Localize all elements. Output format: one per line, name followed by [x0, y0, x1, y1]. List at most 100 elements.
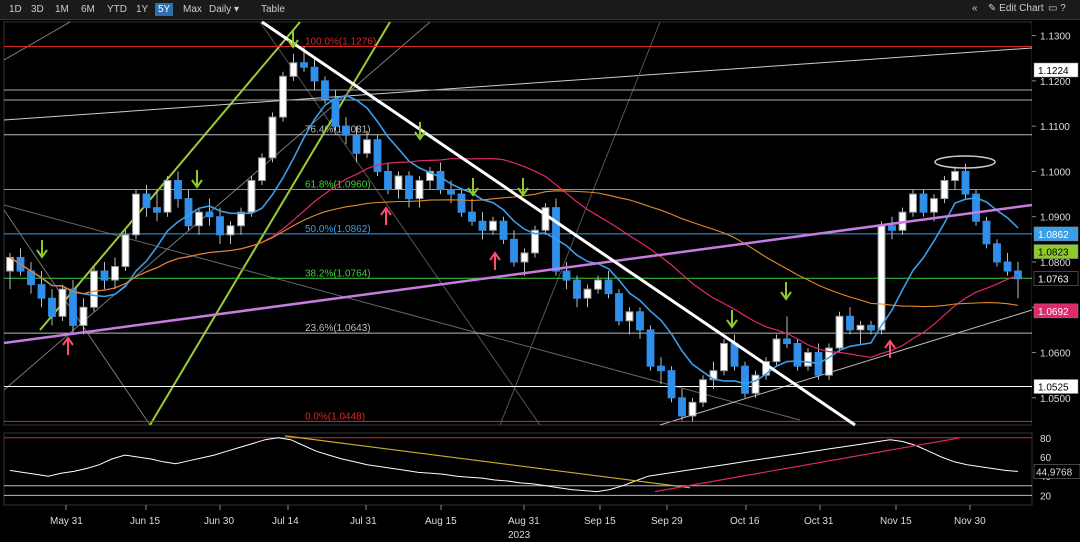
candle-41: [436, 170, 445, 191]
candle-88: [930, 198, 938, 213]
candle-3: [37, 284, 46, 299]
green-arrow-6: [726, 310, 738, 329]
candle-45: [478, 220, 487, 231]
candle-64: [678, 397, 686, 417]
candle-20: [216, 216, 224, 236]
candle-30: [321, 80, 329, 100]
candle-37: [394, 175, 403, 191]
rsi-panel: 8060402044.9768: [3, 432, 1080, 506]
candle-90: [951, 170, 959, 181]
time-tick-label-12: Nov 30: [954, 516, 986, 527]
candle-68: [720, 342, 728, 372]
candle-53: [562, 270, 571, 281]
candle-5: [58, 288, 67, 317]
candle-74: [783, 338, 791, 344]
price-badge-5: 1.0525: [1038, 383, 1069, 394]
candle-22: [237, 211, 245, 227]
fib-label-6: 0.0%(1.0448): [305, 411, 365, 422]
candle-43: [457, 193, 466, 213]
candle-35: [373, 139, 382, 172]
candle-15: [163, 179, 172, 213]
candle-75: [793, 342, 802, 367]
candle-83: [877, 225, 886, 331]
price-tick-label-8: 1.0500: [1040, 394, 1071, 405]
candle-89: [940, 179, 949, 200]
rsi-magenta-trend: [654, 437, 961, 493]
annotation-line-1: [3, 21, 71, 61]
green-arrow-1: [191, 170, 203, 189]
price-badge-1: 1.0862: [1038, 230, 1069, 241]
candle-61: [646, 329, 655, 367]
candle-36: [384, 170, 392, 191]
time-tick-label-4: Jul 31: [350, 516, 377, 527]
annotation-line-5: [3, 47, 1033, 121]
time-tick-label-3: Jul 14: [272, 516, 299, 527]
candle-26: [279, 75, 287, 118]
time-tick-label-10: Oct 31: [804, 516, 834, 527]
candle-10: [111, 266, 119, 281]
time-tick-label-6: Aug 31: [508, 516, 540, 527]
candle-39: [415, 179, 424, 200]
red-arrow-shape-2: [489, 251, 501, 270]
green-arrow-shape-5: [517, 178, 529, 197]
price-axis: 1.1300 1.1200 1.1100 1.1000 1.0900 1.0800 1.07…: [1032, 22, 1080, 425]
price-badge-0: 1.1224: [1038, 66, 1069, 77]
green-arrow-7: [780, 282, 792, 301]
time-axis: May 31 Jun 15 Jun 30 Jul 14 Jul 31 Aug 15 Aug …: [50, 505, 986, 541]
trend-overlays: [3, 20, 1033, 427]
candle-57: [604, 279, 613, 295]
candle-84: [888, 225, 896, 231]
candle-33: [352, 134, 361, 154]
red-arrow-shape-0: [62, 336, 74, 355]
candle-27: [289, 62, 298, 77]
candle-91: [961, 170, 970, 195]
year-label: 2023: [508, 530, 531, 541]
candle-82: [867, 324, 875, 331]
annotation-line-9: [659, 309, 1033, 426]
candle-51: [541, 207, 550, 231]
candle-54: [573, 279, 581, 299]
time-tick-label-5: Aug 15: [425, 516, 457, 527]
candle-21: [226, 225, 235, 236]
candle-66: [699, 379, 707, 403]
rsi-yellow-trend: [284, 435, 691, 489]
fib-label-5: 23.6%(1.0643): [305, 323, 371, 334]
candle-44: [468, 211, 476, 222]
rsi-tick-label-1: 60: [1040, 453, 1052, 464]
candle-24: [258, 157, 266, 181]
time-tick-label-7: Sep 15: [584, 516, 616, 527]
red-arrow-0: [62, 336, 74, 355]
candle-70: [741, 365, 749, 394]
candle-63: [667, 370, 676, 399]
green-arrow-shape-7: [780, 282, 792, 301]
candle-56: [594, 279, 602, 290]
time-tick-label-8: Sep 29: [651, 516, 683, 527]
rsi-tick-label-0: 80: [1040, 434, 1052, 445]
candle-62: [657, 365, 665, 372]
candle-60: [636, 311, 644, 331]
candle-79: [835, 315, 844, 349]
candle-95: [1003, 261, 1012, 272]
candle-76: [804, 352, 812, 367]
price-tick-label-2: 1.1100: [1040, 122, 1070, 133]
fib-label-3: 50.0%(1.0862): [305, 224, 371, 235]
fib-label-4: 38.2%(1.0764): [305, 268, 371, 279]
candle-7: [79, 306, 88, 326]
price-tick-label-3: 1.1000: [1040, 167, 1071, 178]
price-tick-label-0: 1.1300: [1040, 32, 1071, 43]
candle-93: [982, 220, 991, 245]
candle-23: [247, 179, 256, 213]
green-arrow-shape-0: [36, 240, 48, 259]
annotation-line-7: [499, 21, 661, 426]
candle-69: [730, 342, 739, 367]
candle-49: [520, 252, 529, 263]
candle-13: [142, 193, 151, 209]
price-tick-label-7: 1.0600: [1040, 349, 1071, 360]
time-tick-label-2: Jun 30: [204, 516, 234, 527]
price-tick-label-1: 1.1200: [1040, 77, 1071, 88]
candle-81: [856, 324, 865, 331]
candle-25: [268, 116, 277, 159]
red-arrow-shape-1: [380, 206, 392, 225]
fib-label-0: 100.0%(1.1276): [305, 36, 376, 47]
candle-4: [48, 297, 56, 317]
